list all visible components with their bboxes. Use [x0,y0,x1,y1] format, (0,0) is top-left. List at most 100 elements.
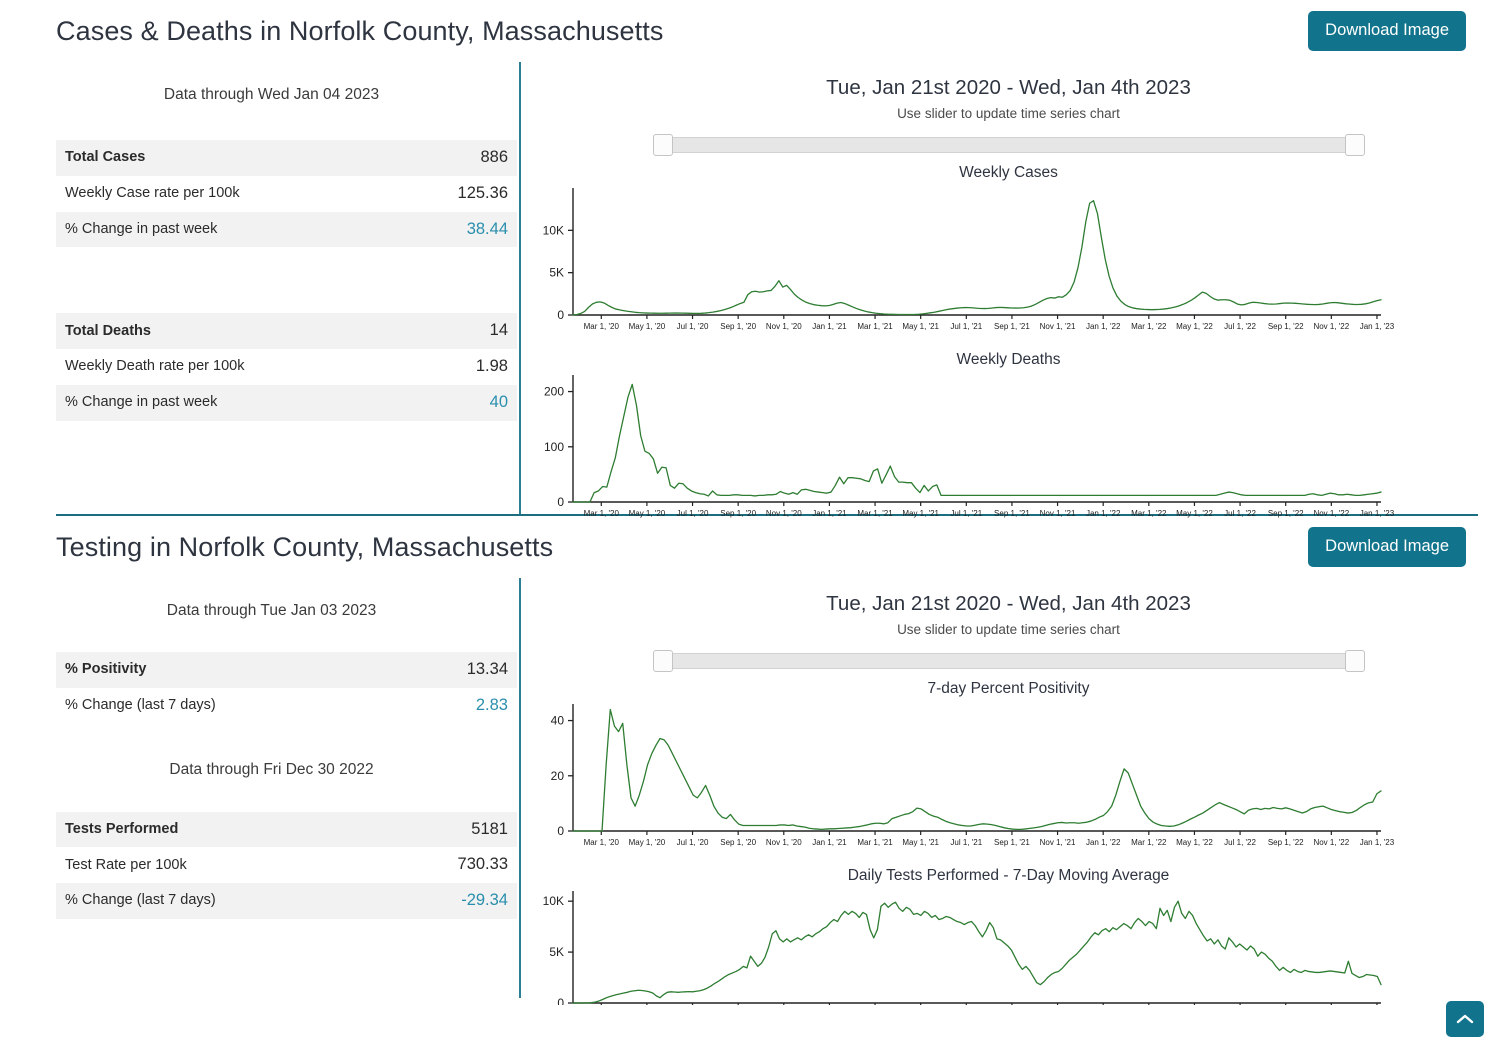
cases-range-subtitle: Use slider to update time series chart [897,106,1120,121]
svg-text:0: 0 [557,495,564,509]
row-value: 38.44 [466,219,508,238]
testing-section-header: Testing in Norfolk County, Massachusetts… [0,516,1496,578]
svg-text:Jan 1, '22: Jan 1, '22 [1086,322,1121,331]
svg-text:Jan 1, '23: Jan 1, '23 [1360,838,1395,847]
table-row: % Change (last 7 days) -29.34 [56,883,517,919]
row-value: 2.83 [475,695,508,714]
row-value: 886 [480,148,508,166]
table-row: % Change in past week 40 [56,384,517,421]
testing-time-slider[interactable] [652,650,1365,672]
svg-text:Jul 1, '21: Jul 1, '21 [950,838,982,847]
row-label: Total Deaths [65,322,151,339]
svg-text:Jan 1, '22: Jan 1, '22 [1086,838,1121,847]
table-row: Total Cases 886 [56,140,517,176]
percent-positivity-chart: 7-day Percent Positivity 0 20 40 Mar 1, '20… [521,672,1496,853]
svg-text:Nov 1, '21: Nov 1, '21 [1040,322,1076,331]
svg-text:May 1, '20: May 1, '20 [629,838,666,847]
slider-handle-left[interactable] [652,650,673,672]
row-label: Total Cases [65,149,146,166]
weekly-cases-chart: Weekly Cases 0 5K 10K Mar 1, '20 May 1, '20 J… [521,156,1496,337]
svg-text:10K: 10K [543,894,564,908]
download-image-button-cases[interactable]: Download Image [1308,11,1466,51]
weekly-deaths-chart: Weekly Deaths 0 100 200 Mar 1, '20 May 1, '2… [521,343,1496,524]
svg-text:May 1, '22: May 1, '22 [1176,322,1213,331]
svg-text:5K: 5K [549,266,564,280]
cases-deaths-section: Cases & Deaths in Norfolk County, Massac… [0,0,1496,518]
svg-text:Jul 1, '21: Jul 1, '21 [950,322,982,331]
svg-text:Nov 1, '20: Nov 1, '20 [766,838,802,847]
svg-text:0: 0 [557,308,564,322]
table-row: Total Deaths 14 [56,313,517,350]
row-label: % Positivity [65,661,147,678]
table-row: % Change (last 7 days) 2.83 [56,688,517,724]
percent-positivity-plot: 0 20 40 Mar 1, '20 May 1, '20 Jul 1, '20 Sep 1… [551,704,1395,847]
chart-title: 7-day Percent Positivity [927,680,1090,697]
cases-stats-pane: Data through Wed Jan 04 2023 Total Cases… [0,62,521,514]
daily-tests-chart: Daily Tests Performed - 7-Day Moving Ave… [521,859,1496,1005]
row-value: 40 [489,392,508,411]
cases-stats-table: Total Cases 886 Weekly Case rate per 100… [56,140,517,248]
testing-charts-pane: Tue, Jan 21st 2020 - Wed, Jan 4th 2023 U… [521,578,1496,1005]
table-row: % Change in past week 38.44 [56,211,517,248]
svg-text:Nov 1, '21: Nov 1, '21 [1040,838,1076,847]
download-image-button-testing[interactable]: Download Image [1308,527,1466,567]
svg-text:May 1, '20: May 1, '20 [629,322,666,331]
row-label: Tests Performed [65,820,179,837]
svg-text:Jan 1, '21: Jan 1, '21 [812,322,847,331]
svg-text:200: 200 [544,385,564,399]
svg-text:20: 20 [551,769,565,783]
scroll-to-top-button[interactable] [1446,1001,1484,1037]
row-label: % Change in past week [65,220,218,237]
svg-text:Mar 1, '21: Mar 1, '21 [857,838,893,847]
chevron-up-icon [1456,1013,1474,1025]
svg-text:Jul 1, '20: Jul 1, '20 [677,322,709,331]
covid-dashboard-page: Cases & Deaths in Norfolk County, Massac… [0,0,1496,1045]
slider-track[interactable] [652,137,1365,153]
svg-text:Sep 1, '22: Sep 1, '22 [1268,322,1304,331]
row-label: Weekly Case rate per 100k [65,185,240,201]
svg-text:10K: 10K [543,223,564,237]
page-title: Cases & Deaths in Norfolk County, Massac… [56,15,664,46]
testing-range-title: Tue, Jan 21st 2020 - Wed, Jan 4th 2023 [826,592,1191,615]
svg-text:40: 40 [551,714,565,728]
svg-text:May 1, '21: May 1, '21 [902,322,939,331]
slider-handle-right[interactable] [1344,650,1365,672]
cases-charts-pane: Tue, Jan 21st 2020 - Wed, Jan 4th 2023 U… [521,62,1496,524]
row-value: 13.34 [466,660,508,678]
slider-handle-left[interactable] [652,134,673,156]
row-value: 14 [489,321,508,340]
testing-range-subtitle: Use slider to update time series chart [897,622,1120,637]
svg-text:Sep 1, '21: Sep 1, '21 [994,322,1030,331]
row-value: 5181 [471,819,508,838]
svg-text:May 1, '21: May 1, '21 [902,838,939,847]
svg-text:Jan 1, '23: Jan 1, '23 [1360,322,1395,331]
chart-title: Weekly Deaths [956,351,1061,368]
testing-title: Testing in Norfolk County, Massachusetts [56,531,554,562]
svg-text:Sep 1, '22: Sep 1, '22 [1268,838,1304,847]
weekly-cases-plot: 0 5K 10K Mar 1, '20 May 1, '20 Jul 1, '20 Sep … [543,188,1395,331]
cases-time-slider[interactable] [652,134,1365,156]
table-row: Tests Performed 5181 [56,811,517,848]
svg-text:Sep 1, '21: Sep 1, '21 [994,838,1030,847]
cases-section-body: Data through Wed Jan 04 2023 Total Cases… [0,62,1496,518]
slider-handle-right[interactable] [1344,134,1365,156]
slider-track[interactable] [652,653,1365,669]
svg-text:May 1, '22: May 1, '22 [1176,838,1213,847]
table-row: Test Rate per 100k 730.33 [56,847,517,883]
svg-text:Mar 1, '20: Mar 1, '20 [584,322,620,331]
row-label: % Change (last 7 days) [65,697,216,713]
row-label: % Change in past week [65,394,218,411]
row-value: 730.33 [457,855,508,874]
positivity-stats-table: % Positivity 13.34 % Change (last 7 days… [56,652,517,724]
tests-stats-table: Tests Performed 5181 Test Rate per 100k … [56,811,517,919]
row-label: % Change (last 7 days) [65,892,216,909]
cases-section-header: Cases & Deaths in Norfolk County, Massac… [0,0,1496,62]
cases-range-title: Tue, Jan 21st 2020 - Wed, Jan 4th 2023 [826,76,1191,99]
svg-text:Jul 1, '22: Jul 1, '22 [1224,838,1256,847]
svg-text:0: 0 [557,824,564,838]
svg-text:Jan 1, '21: Jan 1, '21 [812,838,847,847]
deaths-stats-table: Total Deaths 14 Weekly Death rate per 10… [56,313,517,421]
table-row: Weekly Case rate per 100k 125.36 [56,176,517,212]
weekly-deaths-plot: 0100200Mar 1, '20 May 1, '20 Jul 1, '20 Sep… [544,375,1395,518]
svg-text:Nov 1, '20: Nov 1, '20 [766,322,802,331]
